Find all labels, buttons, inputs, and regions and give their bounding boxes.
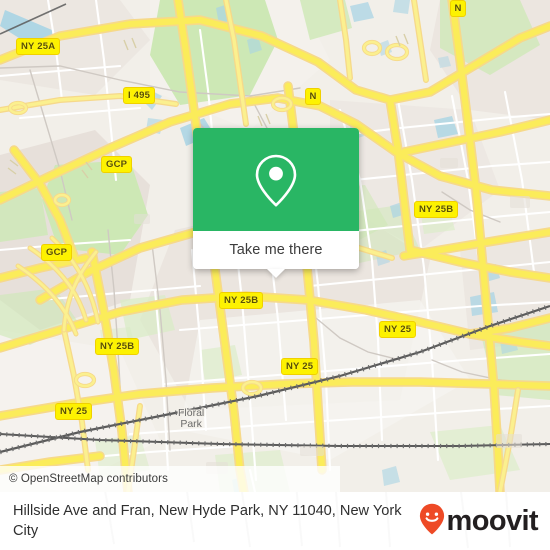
location-title: Hillside Ave and Fran, New Hyde Park, NY… <box>13 503 402 539</box>
place-label-floral-park: Floral Park <box>178 407 205 430</box>
osm-attribution-text[interactable]: © OpenStreetMap contributors <box>9 473 168 485</box>
moovit-wordmark: moovit <box>446 504 539 537</box>
shield-n-left[interactable]: N <box>450 0 467 17</box>
shield-n-top[interactable]: N <box>305 88 322 105</box>
popup-pointer-tail <box>267 269 285 278</box>
shield-i-495[interactable]: I 495 <box>123 87 156 104</box>
shield-gcp-1[interactable]: GCP <box>101 156 133 173</box>
take-me-there-label: Take me there <box>229 242 323 258</box>
popup-pin-panel <box>193 128 359 231</box>
footer-bar: Hillside Ave and Fran, New Hyde Park, NY… <box>0 492 550 550</box>
shield-ny-25b-c[interactable]: NY 25B <box>219 292 264 309</box>
map-viewport[interactable]: .base { fill:#f2efe9; } .resi { fill:#e7… <box>0 0 550 492</box>
moovit-map-screen: .base { fill:#f2efe9; } .resi { fill:#e7… <box>0 0 550 550</box>
shield-gcp-2[interactable]: GCP <box>41 244 73 261</box>
shield-ny-25b-r[interactable]: NY 25B <box>414 201 459 218</box>
moovit-pin-icon <box>419 503 445 540</box>
moovit-logo[interactable]: moovit <box>419 503 539 540</box>
shield-ny-25-r[interactable]: NY 25 <box>379 321 417 338</box>
map-pin-icon <box>253 152 299 208</box>
map-attribution-bar: © OpenStreetMap contributors <box>0 466 340 492</box>
popup-action-bar[interactable]: Take me there <box>193 231 359 278</box>
shield-ny-25a[interactable]: NY 25A <box>16 38 61 55</box>
shield-ny-25-c[interactable]: NY 25 <box>281 358 319 375</box>
shield-ny-25-l[interactable]: NY 25 <box>55 403 93 420</box>
footer-content: Hillside Ave and Fran, New Hyde Park, NY… <box>0 492 550 550</box>
shield-ny-25b-l[interactable]: NY 25B <box>95 338 140 355</box>
location-popup-card[interactable]: Take me there <box>193 128 359 278</box>
